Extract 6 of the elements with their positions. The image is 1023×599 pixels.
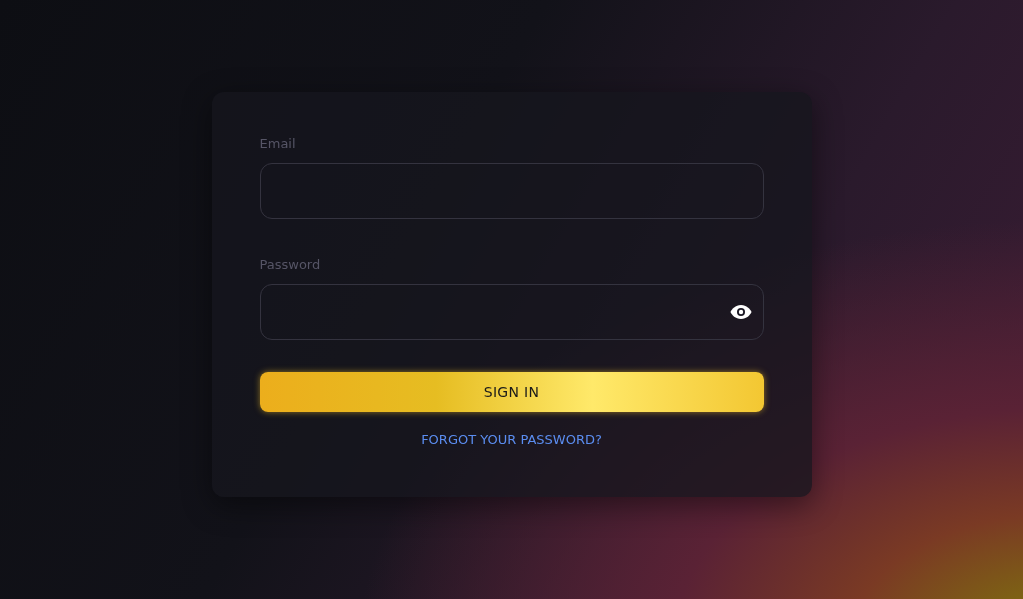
forgot-password-link[interactable]: FORGOT YOUR PASSWORD?	[421, 432, 602, 447]
email-label: Email	[259, 136, 296, 151]
email-field[interactable]	[259, 163, 764, 219]
password-field[interactable]	[259, 284, 764, 340]
sign-in-button[interactable]: SIGN IN	[259, 372, 764, 412]
password-label: Password	[259, 257, 321, 272]
